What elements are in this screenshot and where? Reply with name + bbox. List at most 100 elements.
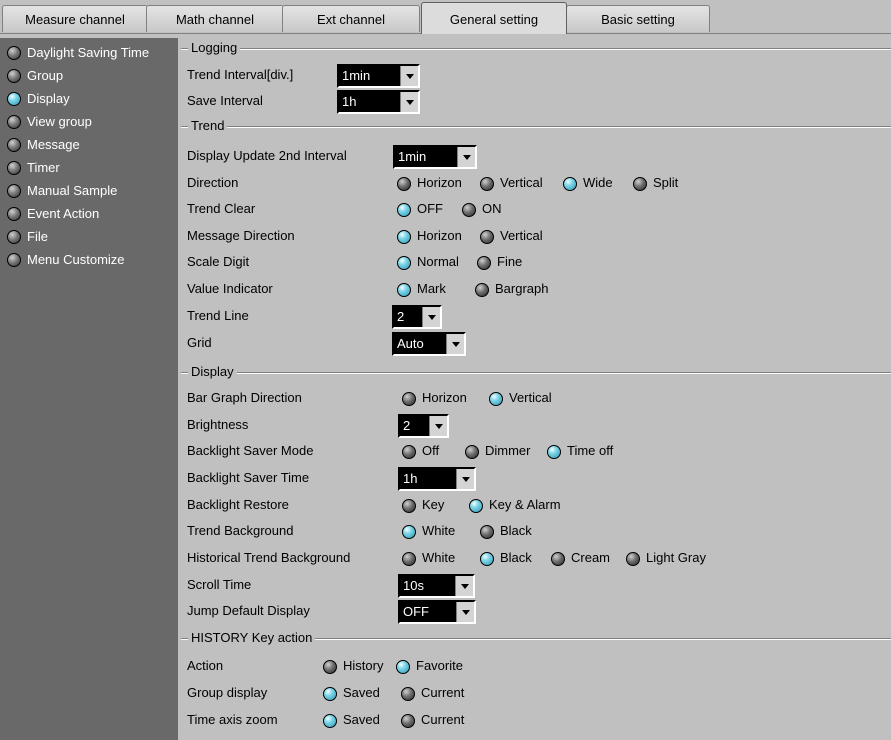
sidebar-item-label: View group <box>27 114 92 129</box>
sidebar-item-label: Menu Customize <box>27 252 125 267</box>
sidebar-item-manual-sample[interactable]: Manual Sample <box>0 180 117 202</box>
radio-selected-icon <box>397 283 411 297</box>
sidebar-item-label: Event Action <box>27 206 100 221</box>
save-interval-label: Save Interval <box>187 93 263 108</box>
option-label: Dimmer <box>485 443 531 458</box>
chevron-down-icon[interactable] <box>422 307 440 327</box>
radio-icon <box>402 499 416 513</box>
option-label: Mark <box>417 281 446 296</box>
sidebar-item-timer[interactable]: Timer <box>0 157 60 179</box>
sidebar: Daylight Saving Time Group Display View … <box>0 38 178 740</box>
sidebar-item-label: Group <box>27 68 64 83</box>
option-label: Horizon <box>417 228 462 243</box>
chevron-down-icon[interactable] <box>400 66 418 86</box>
radio-selected-icon <box>547 445 561 459</box>
trend-interval-dropdown[interactable]: 1min <box>337 64 420 88</box>
trend-interval-label: Trend Interval[div.] <box>187 67 294 82</box>
scroll-time-dropdown[interactable]: 10s <box>398 574 475 598</box>
radio-icon <box>402 392 416 406</box>
dropdown-value: 2 <box>400 416 429 436</box>
option-label: Off <box>422 443 440 458</box>
radio-icon <box>323 660 337 674</box>
value-indicator-label: Value Indicator <box>187 281 273 296</box>
option-label: Black <box>500 550 532 565</box>
section-divider <box>181 126 891 128</box>
sidebar-item-display[interactable]: Display <box>0 88 70 110</box>
bullet-icon <box>7 230 21 244</box>
option-label: Saved <box>343 712 380 727</box>
dropdown-value: 1min <box>339 66 400 86</box>
radio-selected-icon <box>469 499 483 513</box>
option-label: Key <box>422 497 445 512</box>
radio-selected-icon <box>397 256 411 270</box>
option-label: Black <box>500 523 532 538</box>
radio-icon <box>401 687 415 701</box>
radio-icon <box>480 230 494 244</box>
jump-default-display-label: Jump Default Display <box>187 603 310 618</box>
radio-selected-icon <box>397 230 411 244</box>
bullet-icon <box>7 253 21 267</box>
backlight-saver-time-dropdown[interactable]: 1h <box>398 467 476 491</box>
option-label: Fine <box>497 254 523 269</box>
jump-default-display-dropdown[interactable]: OFF <box>398 600 476 624</box>
tab-basic-setting[interactable]: Basic setting <box>566 5 710 32</box>
option-label: Vertical <box>500 175 543 190</box>
chevron-down-icon[interactable] <box>446 334 464 354</box>
sidebar-item-menu-customize[interactable]: Menu Customize <box>0 249 125 271</box>
chevron-down-icon[interactable] <box>456 602 474 622</box>
option-label: Cream <box>571 550 611 565</box>
sidebar-item-message[interactable]: Message <box>0 134 80 156</box>
action-label: Action <box>187 658 224 673</box>
radio-selected-icon <box>397 203 411 217</box>
trend-line-dropdown[interactable]: 2 <box>392 305 442 329</box>
radio-icon <box>465 445 479 459</box>
section-title-display: Display <box>188 364 237 380</box>
bullet-icon <box>7 46 21 60</box>
dropdown-value: Auto <box>394 334 446 354</box>
chevron-down-icon[interactable] <box>456 469 474 489</box>
option-label: Split <box>653 175 679 190</box>
chevron-down-icon[interactable] <box>455 576 473 596</box>
sidebar-item-group[interactable]: Group <box>0 65 63 87</box>
save-interval-dropdown[interactable]: 1h <box>337 90 420 114</box>
trend-line-label: Trend Line <box>187 308 249 323</box>
tab-general-setting[interactable]: General setting <box>421 2 567 34</box>
sidebar-item-file[interactable]: File <box>0 226 48 248</box>
bullet-icon <box>7 69 21 83</box>
sidebar-item-daylight-saving-time[interactable]: Daylight Saving Time <box>0 42 149 64</box>
scroll-time-label: Scroll Time <box>187 577 252 592</box>
bullet-selected-icon <box>7 92 21 106</box>
trend-clear-label: Trend Clear <box>187 201 256 216</box>
option-label: History <box>343 658 384 673</box>
bullet-icon <box>7 138 21 152</box>
chevron-down-icon[interactable] <box>400 92 418 112</box>
section-title-history-key-action: HISTORY Key action <box>188 630 316 646</box>
radio-selected-icon <box>489 392 503 406</box>
sidebar-item-label: Display <box>27 91 70 106</box>
chevron-down-icon[interactable] <box>429 416 447 436</box>
direction-label: Direction <box>187 175 239 190</box>
sidebar-item-event-action[interactable]: Event Action <box>0 203 99 225</box>
sidebar-item-label: Daylight Saving Time <box>27 45 150 60</box>
option-label: Vertical <box>500 228 543 243</box>
settings-panel: Logging Trend Interval[div.] 1min Save I… <box>181 38 891 740</box>
option-label: Wide <box>583 175 613 190</box>
dropdown-value: 1h <box>400 469 456 489</box>
option-label: White <box>422 550 456 565</box>
chevron-down-icon[interactable] <box>457 147 475 167</box>
display-update-dropdown[interactable]: 1min <box>393 145 477 169</box>
option-label: Current <box>421 685 465 700</box>
tab-measure-channel[interactable]: Measure channel <box>2 5 148 32</box>
option-label: Light Gray <box>646 550 706 565</box>
sidebar-item-view-group[interactable]: View group <box>0 111 92 133</box>
brightness-dropdown[interactable]: 2 <box>398 414 449 438</box>
tab-ext-channel[interactable]: Ext channel <box>282 5 420 32</box>
radio-icon <box>402 552 416 566</box>
dropdown-value: 10s <box>400 576 455 596</box>
grid-dropdown[interactable]: Auto <box>392 332 466 356</box>
option-label: Vertical <box>509 390 552 405</box>
tab-math-channel[interactable]: Math channel <box>146 5 284 32</box>
message-direction-label: Message Direction <box>187 228 295 243</box>
option-label: Current <box>421 712 465 727</box>
dropdown-value: 1min <box>395 147 457 167</box>
